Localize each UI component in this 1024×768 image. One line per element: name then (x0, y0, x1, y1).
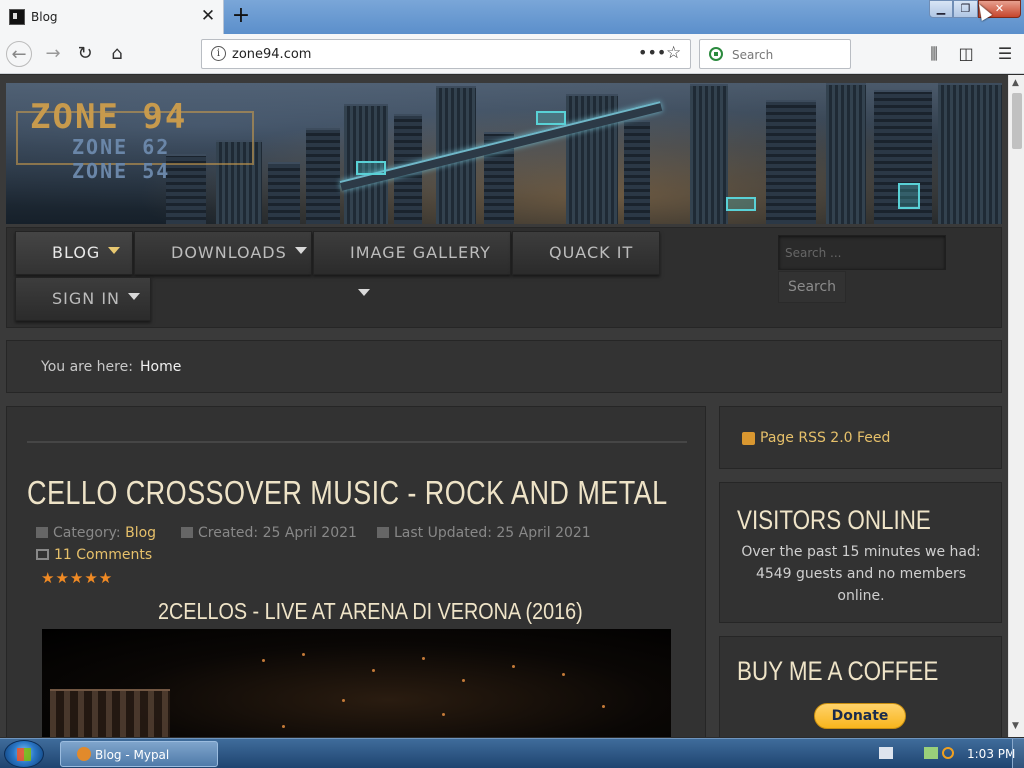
sidebar-toggle-icon[interactable]: ◫ (955, 44, 977, 63)
url-bar[interactable]: i zone94.com ••• ☆ (201, 39, 691, 69)
menu-item-quack-it[interactable]: QUACK IT (512, 231, 660, 275)
start-button[interactable] (4, 740, 44, 768)
logo-subtitle-2: ZONE 54 (72, 159, 171, 183)
browser-search-placeholder: Search (732, 48, 774, 62)
minimize-window-button[interactable]: ▁ (929, 0, 953, 18)
scroll-down-icon[interactable]: ▼ (1012, 721, 1019, 731)
rating-stars[interactable]: ★★★★★ (41, 569, 113, 587)
donate-button[interactable]: Donate (814, 703, 906, 729)
comments-link[interactable]: 11 Comments (36, 547, 152, 563)
keyboard-icon[interactable] (879, 747, 893, 759)
tab-blog[interactable]: Blog ✕ (0, 0, 224, 34)
site-search-input[interactable]: Search ... (778, 235, 946, 270)
chevron-down-icon (294, 247, 307, 254)
chevron-down-icon (128, 293, 141, 300)
visitors-title: VISITORS ONLINE (737, 505, 931, 535)
breadcrumb-label: You are here: (41, 359, 133, 375)
scroll-up-icon[interactable]: ▲ (1012, 78, 1019, 88)
reload-icon[interactable]: ↻ (72, 41, 98, 67)
chevron-down-icon (108, 247, 121, 254)
main-menu: BLOG DOWNLOADS IMAGE GALLERY QUACK IT SI… (6, 227, 1002, 328)
browser-search-input[interactable]: Search (699, 39, 851, 69)
web-page: ZONE 94 ZONE 62 ZONE 54 BLOG DOWNLOADS I… (0, 75, 1008, 737)
embedded-video[interactable] (42, 629, 671, 737)
clock[interactable]: 1:03 PM (967, 747, 1015, 761)
article-created-date: Created: 25 April 2021 (181, 525, 357, 541)
article: CELLO CROSSOVER MUSIC - ROCK AND METAL C… (6, 406, 706, 737)
site-search-button[interactable]: Search (778, 271, 846, 303)
category-link[interactable]: Blog (125, 525, 156, 541)
calendar-icon (181, 527, 193, 538)
folder-icon (36, 527, 48, 538)
menu-item-sign-in[interactable]: SIGN IN (15, 277, 151, 321)
article-category: Category: Blog (36, 525, 156, 541)
breadcrumb-home: Home (140, 359, 182, 375)
back-arrow-icon[interactable]: ← (6, 41, 32, 67)
rss-feed-module: Page RSS 2.0 Feed (719, 406, 1002, 469)
rss-feed-link[interactable]: Page RSS 2.0 Feed (760, 430, 890, 446)
visitors-online-module: VISITORS ONLINE Over the past 15 minutes… (719, 482, 1002, 623)
close-tab-icon[interactable]: ✕ (198, 6, 218, 26)
windows-taskbar: Blog - Mypal 1:03 PM (0, 738, 1024, 768)
visitors-text: Over the past 15 minutes we had: 4549 gu… (741, 544, 981, 604)
chevron-down-icon (358, 289, 370, 296)
site-info-icon[interactable]: i (211, 46, 226, 61)
url-text[interactable]: zone94.com (232, 47, 311, 62)
show-desktop-button[interactable] (1012, 739, 1024, 768)
scroll-thumb[interactable] (1012, 93, 1022, 149)
home-icon[interactable]: ⌂ (104, 41, 130, 67)
header-banner: ZONE 94 ZONE 62 ZONE 54 (6, 83, 1002, 224)
rss-icon (742, 432, 755, 445)
divider (27, 441, 687, 443)
site-favicon-icon (9, 9, 25, 25)
video-title: 2CELLOS - LIVE AT ARENA DI VERONA (2016) (158, 598, 583, 624)
comment-icon (36, 549, 49, 560)
bookmark-star-icon[interactable]: ☆ (666, 43, 681, 63)
tab-bar: Blog ✕ + ▁ ❐ ✕ (0, 0, 1024, 34)
coffee-title: BUY ME A COFFEE (737, 656, 939, 686)
menu-item-image-gallery[interactable]: IMAGE GALLERY (313, 231, 511, 296)
tab-title: Blog (31, 10, 58, 24)
search-engine-icon (709, 47, 723, 61)
library-icon[interactable]: ⫼ (923, 44, 945, 64)
menu-item-blog[interactable]: BLOG (15, 231, 133, 275)
forward-arrow-icon[interactable]: → (40, 41, 66, 67)
site-logo[interactable]: ZONE 94 (30, 97, 187, 137)
page-actions-menu-icon[interactable]: ••• (638, 43, 666, 62)
tray-search-icon[interactable] (942, 747, 954, 759)
taskbar-window-button[interactable]: Blog - Mypal (60, 741, 218, 767)
page-scrollbar[interactable]: ▲ ▼ (1008, 75, 1024, 737)
calendar-icon (377, 527, 389, 538)
new-tab-plus-icon[interactable]: + (230, 3, 252, 28)
article-updated-date: Last Updated: 25 April 2021 (377, 525, 591, 541)
article-title[interactable]: CELLO CROSSOVER MUSIC - ROCK AND METAL (27, 474, 668, 512)
navigation-toolbar: ← → ↻ ⌂ i zone94.com ••• ☆ Search ⫼ ◫ ☰ (0, 34, 1024, 74)
payment-cards (787, 735, 931, 737)
hamburger-menu-icon[interactable]: ☰ (994, 44, 1016, 63)
menu-item-downloads[interactable]: DOWNLOADS (134, 231, 312, 275)
browser-app-icon (77, 747, 91, 761)
logo-subtitle-1: ZONE 62 (72, 135, 171, 159)
taskbar-window-label: Blog - Mypal (95, 748, 170, 762)
breadcrumb: You are here: Home (6, 340, 1002, 393)
network-icon[interactable] (924, 747, 938, 759)
buy-me-coffee-module: BUY ME A COFFEE Donate (719, 636, 1002, 737)
